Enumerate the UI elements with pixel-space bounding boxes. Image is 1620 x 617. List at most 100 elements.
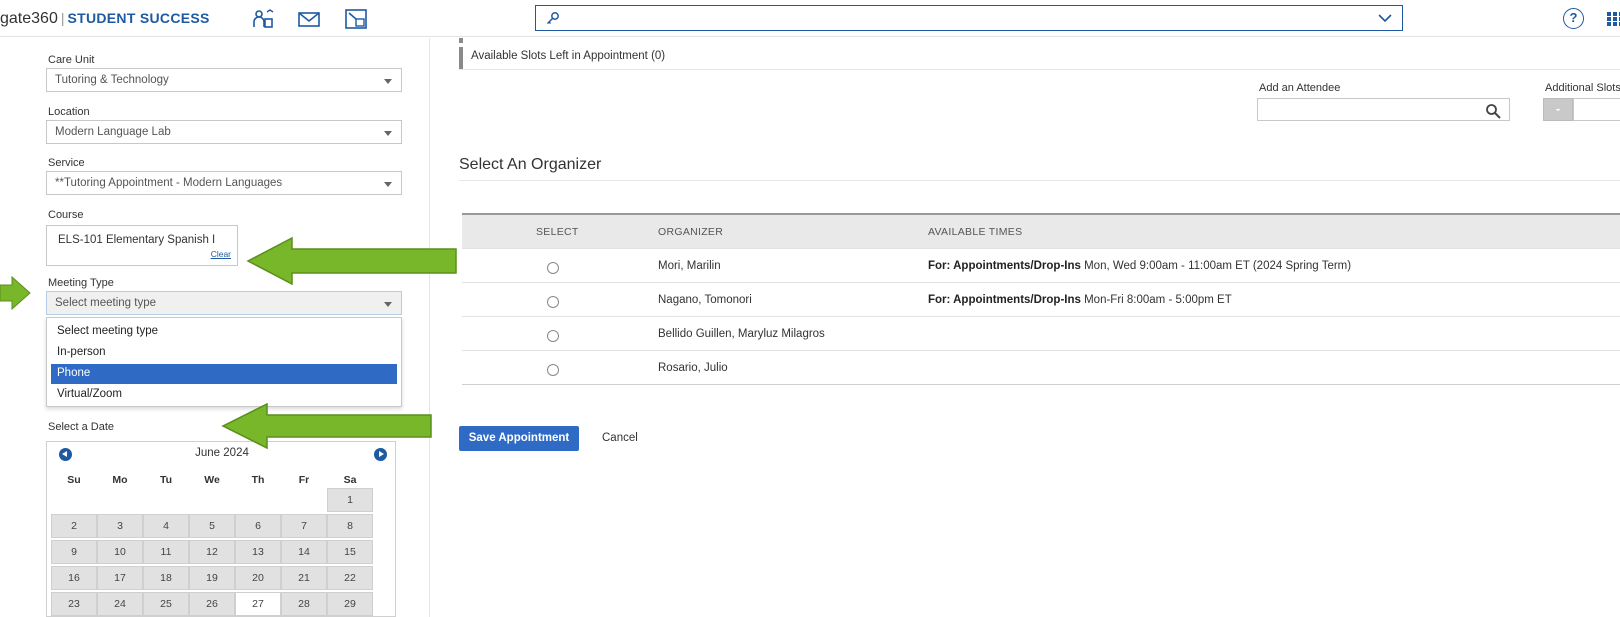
calendar-day[interactable]: 9 — [51, 540, 97, 564]
location-label: Location — [48, 106, 90, 118]
chevron-down-icon[interactable] — [1378, 14, 1392, 23]
search-icon[interactable] — [1485, 103, 1501, 119]
service-select[interactable]: **Tutoring Appointment - Modern Language… — [46, 171, 402, 195]
date-picker: June 2024 Su Mo Tu We Th Fr Sa 1 2 3 4 5 6 7 8 9 10 11 12 1… — [46, 441, 396, 617]
times-value: Mon-Fri 8:00am - 5:00pm ET — [1080, 294, 1232, 306]
calendar-day[interactable]: 4 — [143, 514, 189, 538]
calendar-day-today[interactable]: 27 — [235, 592, 281, 616]
meeting-type-dropdown: Select meeting type In-person Phone Virt… — [46, 317, 402, 407]
brand-name: gate360 — [0, 10, 58, 27]
location-value: Modern Language Lab — [55, 126, 171, 138]
service-label: Service — [48, 157, 85, 169]
weekday-header: Su — [67, 474, 81, 486]
calendar-day[interactable]: 12 — [189, 540, 235, 564]
cancel-button[interactable]: Cancel — [602, 432, 638, 444]
organizer-name: Nagano, Tomonori — [658, 294, 752, 306]
annotation-arrow-icon — [0, 276, 31, 310]
annotation-arrow-icon — [246, 236, 457, 286]
slots-decrement-button[interactable]: - — [1543, 98, 1573, 121]
calendar-day[interactable]: 16 — [51, 566, 97, 590]
table-row[interactable]: Nagano, Tomonori For: Appointments/Drop-… — [462, 282, 1620, 316]
calendar-day[interactable]: 15 — [327, 540, 373, 564]
section-marker — [459, 47, 463, 69]
calendar-day[interactable]: 25 — [143, 592, 189, 616]
calendar-day[interactable]: 5 — [189, 514, 235, 538]
weekday-header: We — [204, 474, 220, 486]
calendar-day[interactable]: 19 — [189, 566, 235, 590]
slots-stepper-input[interactable] — [1573, 98, 1620, 121]
course-field[interactable]: ELS-101 Elementary Spanish I Clear — [46, 225, 238, 266]
calendar-day[interactable]: 11 — [143, 540, 189, 564]
service-value: **Tutoring Appointment - Modern Language… — [55, 177, 283, 189]
weekday-header: Tu — [159, 474, 173, 486]
calendar-day[interactable]: 6 — [235, 514, 281, 538]
organizer-times: For: Appointments/Drop-Ins Mon-Fri 8:00a… — [928, 294, 1232, 306]
column-header-organizer: ORGANIZER — [658, 226, 724, 238]
organizer-name: Mori, Marilin — [658, 260, 721, 272]
calendar-day[interactable]: 28 — [281, 592, 327, 616]
app-grid-icon[interactable] — [1607, 12, 1620, 26]
calendar-day[interactable]: 24 — [97, 592, 143, 616]
calendar-day[interactable]: 8 — [327, 514, 373, 538]
organizer-radio[interactable] — [547, 296, 559, 308]
students-icon[interactable] — [252, 9, 274, 29]
weekday-header: Mo — [112, 474, 128, 486]
organizer-radio[interactable] — [547, 262, 559, 274]
meeting-type-value: Select meeting type — [55, 297, 157, 309]
calendar-day[interactable]: 21 — [281, 566, 327, 590]
add-attendee-input[interactable] — [1257, 98, 1510, 121]
table-row[interactable]: Mori, Marilin For: Appointments/Drop-Ins… — [462, 248, 1620, 282]
calendar-day[interactable]: 20 — [235, 566, 281, 590]
location-select[interactable]: Modern Language Lab — [46, 120, 402, 144]
organizer-radio[interactable] — [547, 330, 559, 342]
mail-icon[interactable] — [298, 9, 320, 29]
calendar-day[interactable]: 10 — [97, 540, 143, 564]
calendar-day[interactable]: 3 — [97, 514, 143, 538]
table-row[interactable]: Bellido Guillen, Maryluz Milagros — [462, 316, 1620, 350]
times-prefix: For: Appointments/Drop-Ins — [928, 260, 1081, 272]
calendar-day[interactable]: 1 — [327, 488, 373, 512]
divider — [459, 69, 1620, 70]
calendar-day[interactable]: 7 — [281, 514, 327, 538]
calendar-day[interactable]: 14 — [281, 540, 327, 564]
meeting-type-option[interactable]: Select meeting type — [51, 322, 397, 342]
column-header-select: SELECT — [536, 226, 579, 238]
available-slots-text: Available Slots Left in Appointment (0) — [471, 50, 666, 62]
calendar-day[interactable]: 26 — [189, 592, 235, 616]
organizer-radio[interactable] — [547, 364, 559, 376]
meeting-type-select[interactable]: Select meeting type — [46, 291, 402, 315]
organizer-section-title: Select An Organizer — [459, 156, 602, 173]
care-unit-select[interactable]: Tutoring & Technology — [46, 68, 402, 92]
calendar-day[interactable]: 18 — [143, 566, 189, 590]
help-icon[interactable]: ? — [1563, 8, 1584, 29]
table-header: SELECT ORGANIZER AVAILABLE TIMES — [462, 215, 1620, 248]
weekday-header: Th — [251, 474, 265, 486]
calendar-day[interactable]: 23 — [51, 592, 97, 616]
top-bar: gate360 | STUDENT SUCCESS ? — [0, 0, 1620, 37]
organizer-times: For: Appointments/Drop-Ins Mon, Wed 9:00… — [928, 260, 1351, 272]
times-prefix: For: Appointments/Drop-Ins — [928, 294, 1081, 306]
organizer-name: Rosario, Julio — [658, 362, 728, 374]
calendar-day[interactable]: 22 — [327, 566, 373, 590]
caret-down-icon — [384, 302, 392, 307]
calendar-day[interactable]: 2 — [51, 514, 97, 538]
referral-icon[interactable] — [345, 9, 367, 29]
column-header-available-times: AVAILABLE TIMES — [928, 226, 1023, 238]
save-appointment-button[interactable]: Save Appointment — [459, 426, 579, 451]
meeting-type-option[interactable]: In-person — [51, 343, 397, 363]
product-name: STUDENT SUCCESS — [67, 10, 210, 26]
global-search-input[interactable] — [535, 5, 1403, 31]
date-label: Select a Date — [48, 421, 115, 433]
table-row[interactable]: Rosario, Julio — [462, 350, 1620, 384]
additional-slots-label: Additional Slots — [1545, 82, 1620, 94]
add-attendee-label: Add an Attendee — [1259, 82, 1341, 94]
meeting-type-label: Meeting Type — [48, 277, 114, 289]
app-brand[interactable]: gate360 | STUDENT SUCCESS — [0, 10, 210, 28]
calendar-day[interactable]: 29 — [327, 592, 373, 616]
course-label: Course — [48, 209, 84, 221]
course-clear-link[interactable]: Clear — [211, 249, 231, 259]
calendar-day[interactable]: 13 — [235, 540, 281, 564]
divider — [459, 180, 1620, 181]
calendar-day[interactable]: 17 — [97, 566, 143, 590]
meeting-type-option-selected[interactable]: Phone — [51, 364, 397, 384]
